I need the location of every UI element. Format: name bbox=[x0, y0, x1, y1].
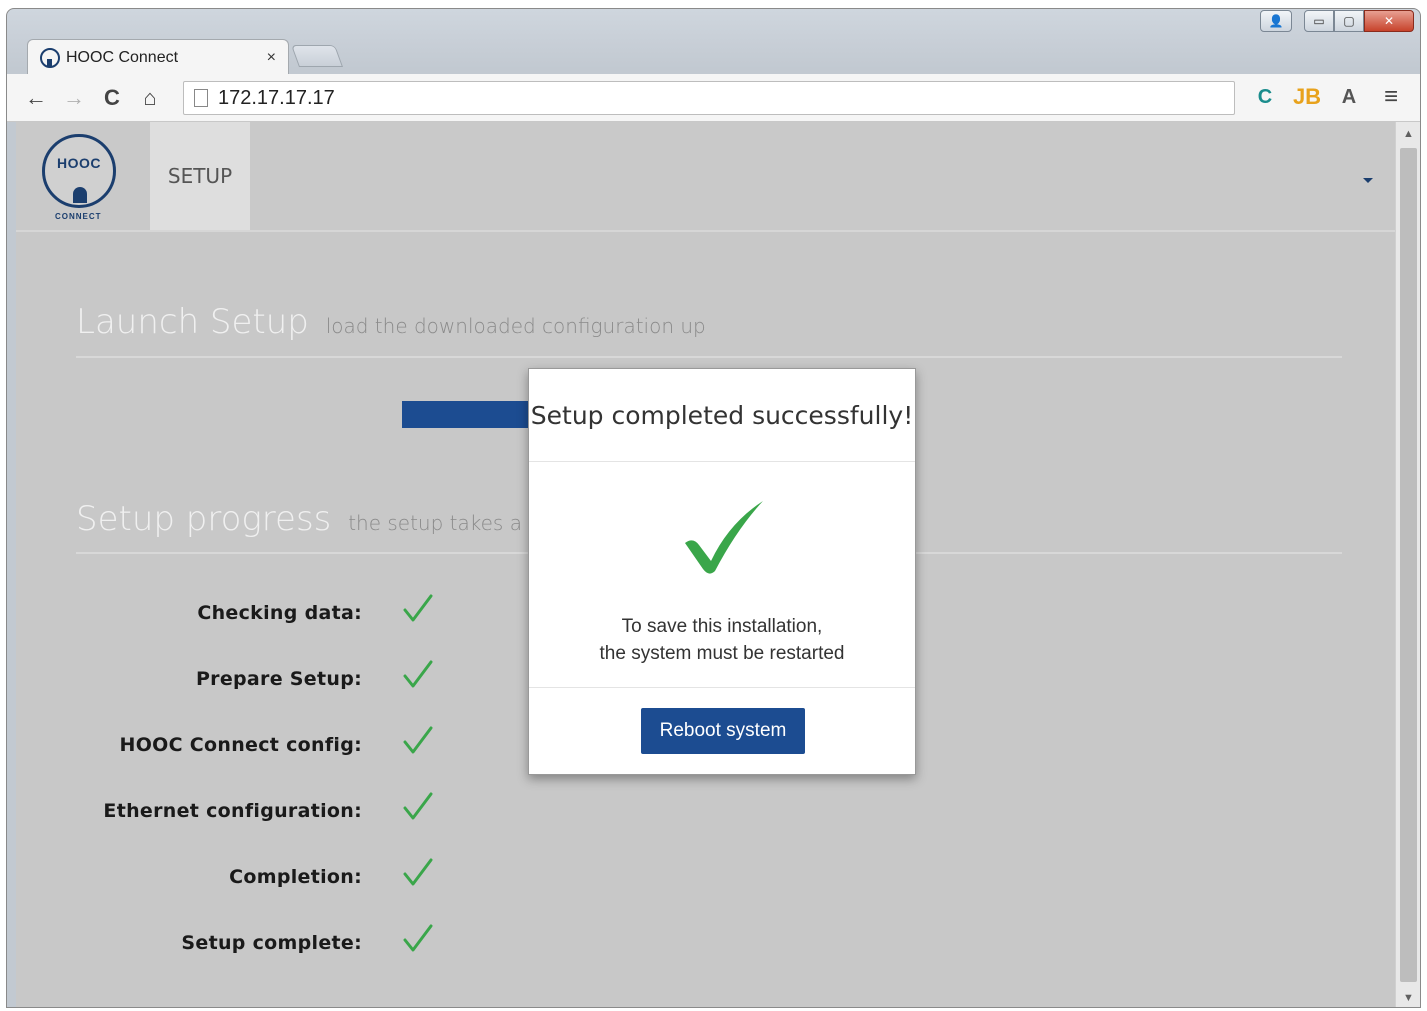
close-window-button[interactable]: ✕ bbox=[1364, 10, 1414, 32]
check-icon bbox=[403, 594, 433, 622]
caret-down-icon[interactable] bbox=[1363, 178, 1373, 183]
setup-progress-heading: Setup progress the setup takes a few bbox=[76, 499, 564, 539]
hooc-logo[interactable]: HOOC bbox=[42, 134, 116, 208]
new-tab-button[interactable] bbox=[290, 45, 344, 67]
app-header: HOOC CONNECT SETUP bbox=[16, 122, 1397, 232]
scroll-thumb[interactable] bbox=[1400, 148, 1417, 982]
nav-item-setup[interactable]: SETUP bbox=[150, 122, 250, 230]
success-check-icon bbox=[685, 501, 763, 574]
page-scrollbar[interactable]: ▲ ▼ bbox=[1395, 122, 1420, 1007]
angular-ext-icon[interactable]: A bbox=[1334, 82, 1364, 112]
divider bbox=[76, 356, 1342, 358]
logo-word: HOOC bbox=[57, 155, 101, 171]
check-icon bbox=[403, 858, 433, 886]
maximize-button[interactable]: ▢ bbox=[1334, 10, 1364, 32]
reboot-system-button[interactable]: Reboot system bbox=[641, 708, 805, 754]
step-label: Setup complete: bbox=[181, 932, 362, 954]
tab-close-icon[interactable]: × bbox=[267, 49, 276, 67]
launch-setup-subtitle: load the downloaded configuration up bbox=[325, 314, 706, 338]
modal-message-line2: the system must be restarted bbox=[599, 643, 845, 664]
setup-progress-title: Setup progress bbox=[76, 499, 332, 539]
page-viewport: HOOC CONNECT SETUP Launch Setup load the… bbox=[16, 122, 1397, 1007]
step-label: Completion: bbox=[229, 866, 362, 888]
check-icon bbox=[403, 924, 433, 952]
scroll-up-icon[interactable]: ▲ bbox=[1403, 128, 1414, 140]
launch-setup-heading: Launch Setup load the downloaded configu… bbox=[76, 302, 706, 342]
forward-arrow-icon[interactable]: → bbox=[55, 85, 93, 111]
house-icon bbox=[73, 187, 87, 203]
curl-ext-icon[interactable]: C bbox=[1250, 82, 1280, 112]
modal-footer: Reboot system bbox=[529, 687, 915, 776]
jb-ext-icon[interactable]: JB bbox=[1292, 82, 1322, 112]
user-profile-icon[interactable]: 👤 bbox=[1260, 10, 1292, 32]
check-icon bbox=[403, 726, 433, 754]
step-label: Prepare Setup: bbox=[195, 668, 362, 690]
check-icon bbox=[403, 660, 433, 688]
launch-setup-title: Launch Setup bbox=[76, 302, 309, 342]
tab-title: HOOC Connect bbox=[66, 48, 179, 66]
logo-subtitle: CONNECT bbox=[55, 212, 102, 221]
back-arrow-icon[interactable]: ← bbox=[17, 85, 55, 111]
extensions-area: C JB A ≡ bbox=[1250, 82, 1406, 112]
setup-complete-modal: Setup completed successfully! To save th… bbox=[528, 368, 916, 775]
step-label: HOOC Connect config: bbox=[119, 734, 362, 756]
step-label: Ethernet configuration: bbox=[103, 800, 362, 822]
browser-toolbar: ← → C ⌂ 172.17.17.17 C JB A ≡ bbox=[7, 74, 1420, 122]
browser-tab-active[interactable]: HOOC Connect × bbox=[27, 39, 289, 75]
address-bar[interactable]: 172.17.17.17 bbox=[183, 81, 1235, 115]
scroll-down-icon[interactable]: ▼ bbox=[1403, 992, 1414, 1004]
browser-window: 👤 ▭ ▢ ✕ HOOC Connect × ← → C ⌂ 172.17.17… bbox=[6, 8, 1421, 1008]
browser-menu-icon[interactable]: ≡ bbox=[1376, 82, 1406, 112]
page-icon bbox=[194, 89, 208, 107]
step-label: Checking data: bbox=[197, 602, 362, 624]
modal-message: To save this installation, the system mu… bbox=[529, 613, 915, 667]
reload-icon[interactable]: C bbox=[93, 85, 131, 111]
window-controls: 👤 ▭ ▢ ✕ bbox=[1260, 10, 1414, 32]
minimize-button[interactable]: ▭ bbox=[1304, 10, 1334, 32]
modal-message-line1: To save this installation, bbox=[621, 616, 823, 637]
launch-progress-bar bbox=[402, 401, 542, 428]
url-text[interactable]: 172.17.17.17 bbox=[218, 87, 335, 110]
hooc-favicon-icon bbox=[40, 47, 60, 68]
check-icon bbox=[403, 792, 433, 820]
home-icon[interactable]: ⌂ bbox=[131, 85, 169, 111]
modal-title: Setup completed successfully! bbox=[529, 369, 915, 462]
